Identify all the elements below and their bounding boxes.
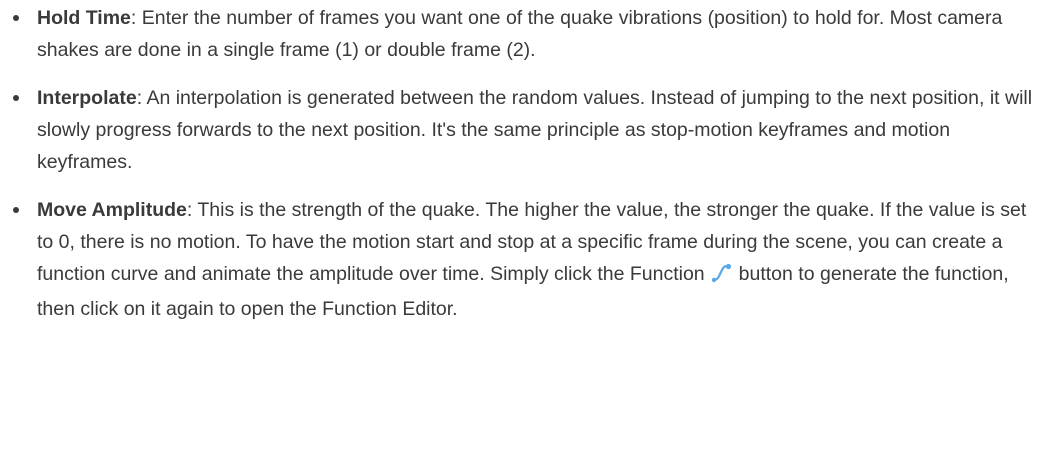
list-item-hold-time: Hold Time: Enter the number of frames yo…: [0, 2, 1037, 66]
function-curve-icon: [711, 261, 733, 293]
description-hold-time: : Enter the number of frames you want on…: [37, 7, 1003, 61]
description-interpolate: : An interpolation is generated between …: [37, 87, 1033, 173]
parameter-list: Hold Time: Enter the number of frames yo…: [0, 0, 1058, 325]
bullet: [13, 15, 19, 21]
list-item-move-amplitude: Move Amplitude: This is the strength of …: [0, 194, 1037, 325]
bullet: [13, 207, 19, 213]
list-item-interpolate: Interpolate: An interpolation is generat…: [0, 82, 1037, 178]
term-interpolate: Interpolate: [37, 87, 137, 109]
term-move-amplitude: Move Amplitude: [37, 199, 187, 221]
bullet: [13, 95, 19, 101]
term-hold-time: Hold Time: [37, 7, 131, 29]
